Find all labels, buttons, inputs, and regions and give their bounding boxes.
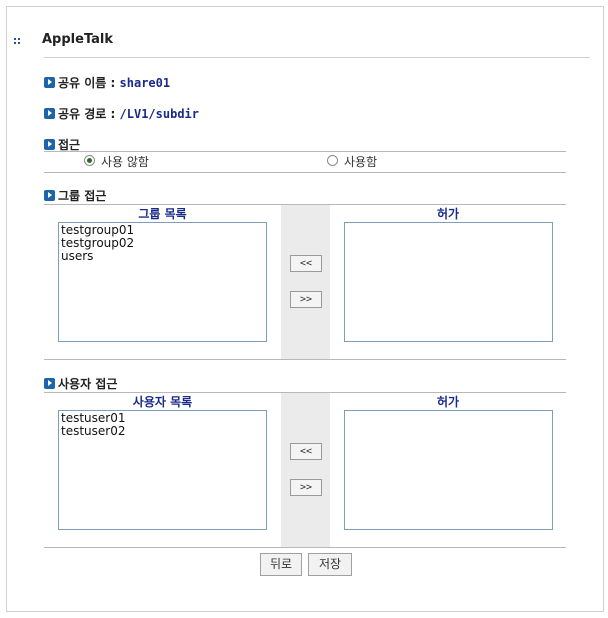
user-access-label: 사용자 접근	[58, 377, 118, 391]
save-button[interactable]: 저장	[308, 553, 352, 576]
access-options: 사용 않함 사용함	[44, 152, 566, 172]
user-move-left-button[interactable]: <<	[290, 443, 322, 460]
group-list-title: 그룹 목록	[138, 207, 187, 221]
access-disable-radio[interactable]	[84, 155, 95, 166]
access-enable-label: 사용함	[344, 155, 378, 169]
user-list-title: 사용자 목록	[132, 395, 193, 409]
arrow-bullet-icon	[44, 190, 55, 201]
group-move-right-button[interactable]: >>	[290, 291, 322, 308]
group-allowed-title: 허가	[436, 207, 460, 221]
group-allowed-list[interactable]	[344, 222, 553, 342]
list-item[interactable]: users	[61, 250, 264, 263]
arrow-bullet-icon	[44, 378, 55, 389]
access-disable-label: 사용 않함	[101, 155, 149, 169]
group-access-label: 그룹 접근	[58, 189, 107, 203]
share-name-label: 공유 이름 :	[58, 76, 116, 90]
share-path-value: /LV1/subdir	[119, 107, 199, 121]
group-move-left-button[interactable]: <<	[290, 255, 322, 272]
transfer-column	[281, 205, 330, 359]
divider	[44, 172, 566, 173]
divider	[44, 359, 566, 360]
user-list[interactable]: testuser01 testuser02	[58, 410, 267, 530]
user-allowed-title: 허가	[436, 395, 460, 409]
share-path-label: 공유 경로 :	[58, 107, 116, 121]
arrow-bullet-icon	[44, 77, 55, 88]
share-name-value: share01	[119, 76, 171, 90]
access-enable-radio[interactable]	[327, 155, 338, 166]
group-list[interactable]: testgroup01 testgroup02 users	[58, 222, 267, 342]
group-access-row: 그룹 접근	[44, 187, 106, 204]
user-access-row: 사용자 접근	[44, 375, 117, 392]
access-label: 접근	[58, 138, 81, 152]
arrow-bullet-icon	[44, 139, 55, 150]
arrow-bullet-icon	[44, 108, 55, 119]
transfer-column	[281, 393, 330, 547]
divider	[44, 547, 566, 548]
user-allowed-list[interactable]	[344, 410, 553, 530]
share-path-row: 공유 경로 : /LV1/subdir	[44, 105, 199, 122]
list-item[interactable]: testuser02	[61, 425, 264, 438]
page-title: AppleTalk	[42, 32, 114, 47]
back-button[interactable]: 뒤로	[260, 553, 302, 576]
user-move-right-button[interactable]: >>	[290, 479, 322, 496]
section-header: AppleTalk	[14, 32, 590, 54]
title-divider	[44, 57, 590, 58]
share-name-row: 공유 이름 : share01	[44, 74, 170, 91]
grid-dots-icon	[14, 38, 21, 45]
